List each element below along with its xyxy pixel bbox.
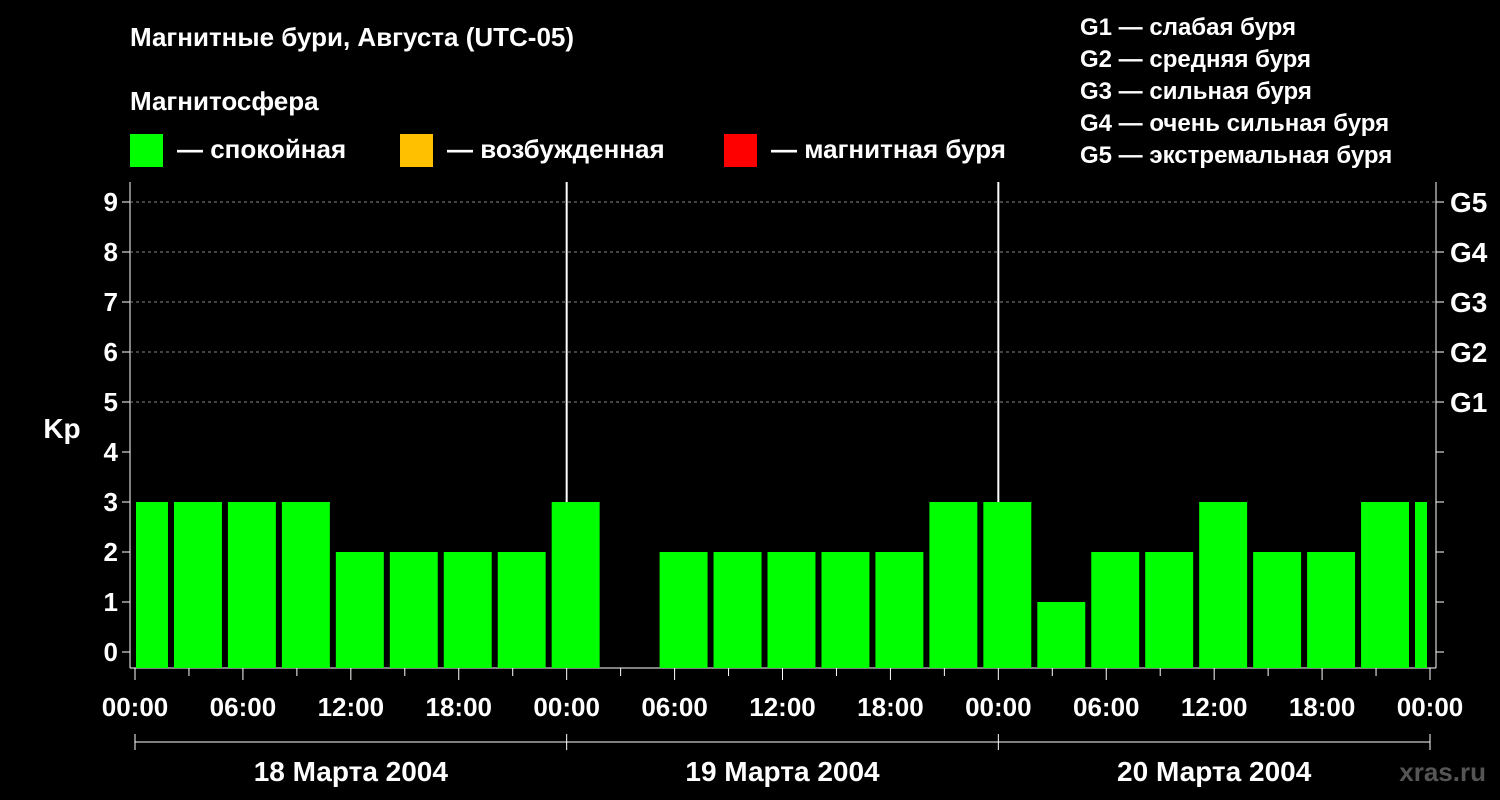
kp-bar (929, 502, 978, 668)
day-label: 18 Марта 2004 (254, 756, 449, 787)
kp-bar (173, 502, 222, 668)
x-tick-label: 00:00 (102, 692, 169, 722)
y-tick-label-5: 5 (104, 387, 118, 417)
kp-bar (227, 502, 276, 668)
right-label-g5: G5 (1450, 187, 1487, 218)
y-tick-label-8: 8 (104, 237, 118, 267)
kp-bar (1037, 602, 1086, 668)
x-tick-label: 12:00 (1181, 692, 1248, 722)
x-tick-label: 00:00 (533, 692, 600, 722)
y-axis-label: Kp (43, 413, 80, 444)
kp-bar (136, 502, 168, 668)
x-tick-label: 12:00 (749, 692, 816, 722)
kp-bar (983, 502, 1032, 668)
kp-bar (335, 552, 384, 668)
day-label: 19 Марта 2004 (685, 756, 880, 787)
kp-bar (1145, 552, 1194, 668)
kp-bar (1415, 502, 1427, 668)
right-label-g3: G3 (1450, 287, 1487, 318)
y-tick-label-7: 7 (104, 287, 118, 317)
kp-bar (551, 502, 600, 668)
kp-bar (659, 552, 708, 668)
kp-bar (1361, 502, 1410, 668)
x-tick-label: 00:00 (1397, 692, 1464, 722)
y-tick-label-6: 6 (104, 337, 118, 367)
kp-bar (443, 552, 492, 668)
kp-bar (713, 552, 762, 668)
watermark: xras.ru (1399, 757, 1486, 787)
x-tick-label: 12:00 (318, 692, 385, 722)
kp-bar (875, 552, 924, 668)
x-tick-label: 00:00 (965, 692, 1032, 722)
kp-bar (497, 552, 546, 668)
x-tick-label: 18:00 (857, 692, 924, 722)
x-tick-label: 06:00 (210, 692, 277, 722)
kp-bar (1253, 552, 1302, 668)
kp-bar (1199, 502, 1248, 668)
right-label-g4: G4 (1450, 237, 1488, 268)
y-tick-label-9: 9 (104, 187, 118, 217)
day-label: 20 Марта 2004 (1117, 756, 1312, 787)
y-tick-label-0: 0 (104, 637, 118, 667)
kp-bar (1091, 552, 1140, 668)
kp-bar (821, 552, 870, 668)
kp-bar (1307, 552, 1356, 668)
x-tick-label: 18:00 (1289, 692, 1356, 722)
kp-bar (389, 552, 438, 668)
right-label-g1: G1 (1450, 387, 1487, 418)
right-label-g2: G2 (1450, 337, 1487, 368)
kp-bar-chart: 0 1 2 3 4 5 6 7 8 9 Kp G1 G2 G3 G4 G5 00:00 06:00 12:00 18:… (43, 182, 1488, 787)
y-tick-label-3: 3 (104, 487, 118, 517)
x-tick-label: 06:00 (1073, 692, 1140, 722)
y-tick-label-4: 4 (104, 437, 119, 467)
y-tick-label-2: 2 (104, 537, 118, 567)
x-tick-label: 06:00 (641, 692, 708, 722)
kp-bar (281, 502, 330, 668)
y-tick-label-1: 1 (104, 587, 118, 617)
x-tick-label: 18:00 (426, 692, 493, 722)
kp-bar (767, 552, 816, 668)
